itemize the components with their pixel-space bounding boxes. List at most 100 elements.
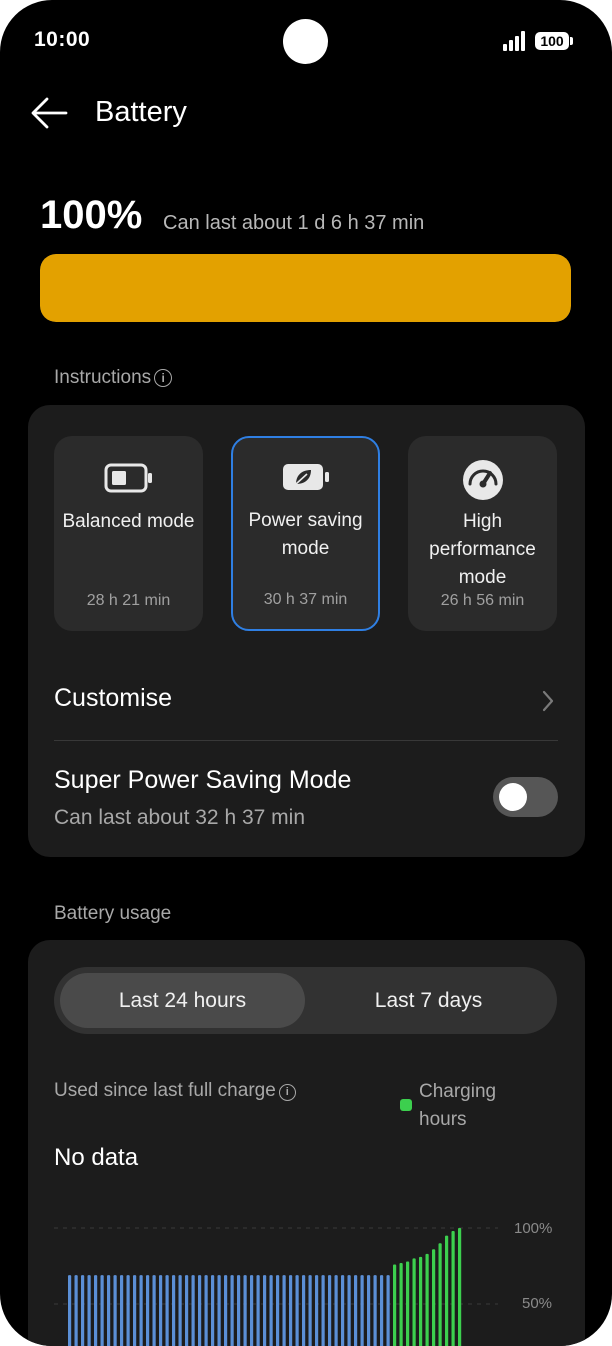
battery-level-bar <box>165 1275 169 1346</box>
battery-level-bar <box>230 1275 234 1346</box>
chevron-right-icon <box>542 690 554 712</box>
battery-level-bar <box>328 1275 332 1346</box>
usage-card: Last 24 hours Last 7 days Used since las… <box>28 940 585 1346</box>
phone-screen: 10:00 100 Battery 100% Can last about 1 … <box>0 0 612 1346</box>
charging-bar <box>425 1253 429 1346</box>
battery-level-bar <box>224 1275 228 1346</box>
battery-level-bar <box>263 1275 267 1346</box>
battery-estimate: Can last about 1 d 6 h 37 min <box>163 212 425 234</box>
info-icon[interactable]: i <box>154 369 173 387</box>
battery-level-bar <box>133 1275 137 1346</box>
battery-usage-chart <box>54 1227 498 1346</box>
battery-level-bar <box>302 1275 306 1346</box>
battery-level-bar <box>308 1275 312 1346</box>
charging-bar <box>445 1235 449 1346</box>
battery-level-bar <box>341 1275 345 1346</box>
battery-level-bar <box>87 1275 91 1346</box>
divider <box>54 740 558 741</box>
battery-level-bar <box>113 1275 117 1346</box>
battery-level-bar <box>380 1275 384 1346</box>
battery-level-bar <box>159 1275 163 1346</box>
signal-icon <box>503 31 527 51</box>
battery-level-bar <box>289 1275 293 1346</box>
instructions-section-label: Instructions i <box>54 367 173 389</box>
charging-bar <box>412 1258 416 1346</box>
battery-level-bar <box>74 1275 78 1346</box>
battery-level-bar <box>250 1275 254 1346</box>
super-saving-toggle[interactable] <box>493 777 558 817</box>
leaf-battery-icon <box>282 464 329 490</box>
mode-balanced[interactable]: Balanced mode 28 h 21 min <box>54 436 203 631</box>
battery-percent: 100% <box>40 193 143 237</box>
battery-level-bar <box>211 1275 215 1346</box>
mode-time: 28 h 21 min <box>86 592 171 609</box>
charging-bar <box>438 1243 442 1346</box>
battery-level-bar <box>94 1275 98 1346</box>
battery-level-bar <box>276 1275 280 1346</box>
toggle-knob <box>499 783 527 811</box>
battery-level-bar <box>217 1275 221 1346</box>
charging-bar <box>432 1249 436 1346</box>
charging-bar <box>399 1262 403 1346</box>
battery-level-bar <box>334 1275 338 1346</box>
battery-level-bar <box>100 1275 104 1346</box>
y-tick-label: 50% <box>522 1295 553 1312</box>
battery-level-bar <box>191 1275 195 1346</box>
battery-level-bar <box>269 1275 273 1346</box>
y-tick-label: 100% <box>514 1220 553 1237</box>
battery-level-bar <box>172 1275 176 1346</box>
charging-bar <box>458 1228 462 1346</box>
modes-card: Balanced mode 28 h 21 min Power saving m… <box>28 405 585 857</box>
super-saving-subtitle: Can last about 32 h 37 min <box>54 806 305 829</box>
charging-bar <box>393 1264 397 1346</box>
battery-level-bar <box>256 1275 260 1346</box>
battery-level-bar <box>295 1275 299 1346</box>
battery-level-bar <box>126 1275 130 1346</box>
status-battery-tip <box>570 37 573 45</box>
charging-bar <box>451 1231 455 1346</box>
charging-bar <box>419 1256 423 1346</box>
battery-level-bar <box>360 1275 364 1346</box>
mode-power-saving[interactable]: Power saving mode 30 h 37 min <box>231 436 380 631</box>
mode-name: Power saving mode <box>248 510 363 559</box>
battery-level-bar <box>146 1275 150 1346</box>
battery-level-bar <box>198 1275 202 1346</box>
battery-level-bar <box>315 1275 319 1346</box>
mode-time: 26 h 56 min <box>440 592 525 609</box>
battery-level-bar <box>185 1275 189 1346</box>
super-saving-title: Super Power Saving Mode <box>54 766 352 794</box>
battery-level-bar <box>204 1275 208 1346</box>
mode-name: Balanced mode <box>62 511 195 532</box>
mode-name: High performance mode <box>429 511 536 588</box>
camera-cutout <box>283 19 328 64</box>
customise-row[interactable]: Customise <box>54 684 172 713</box>
instructions-label: Instructions <box>54 367 152 388</box>
battery-level-bar <box>354 1275 358 1346</box>
battery-level-bar <box>120 1275 124 1346</box>
charging-bar <box>406 1261 410 1346</box>
battery-level-bar <box>139 1275 143 1346</box>
battery-level-bar <box>40 254 571 322</box>
mode-high-performance[interactable]: High performance mode 26 h 56 min <box>408 436 557 631</box>
battery-level-bar <box>282 1275 286 1346</box>
battery-level-bar <box>81 1275 85 1346</box>
battery-level-fill <box>40 254 571 322</box>
page-title: Battery <box>95 96 187 128</box>
battery-level-bar <box>367 1275 371 1346</box>
battery-level-bar <box>152 1275 156 1346</box>
speedometer-icon <box>462 460 503 500</box>
mode-time: 30 h 37 min <box>263 591 348 608</box>
battery-icon <box>104 463 152 493</box>
battery-level-bar <box>321 1275 325 1346</box>
usage-section-label: Battery usage <box>54 903 172 924</box>
battery-level-bar <box>347 1275 351 1346</box>
status-time: 10:00 <box>34 28 91 51</box>
battery-level-bar <box>373 1275 377 1346</box>
battery-level-bar <box>68 1275 72 1346</box>
battery-level-bar <box>107 1275 111 1346</box>
battery-level-bar <box>178 1275 182 1346</box>
battery-level-bar <box>386 1275 390 1346</box>
status-battery-icon: 100 <box>535 32 569 50</box>
back-arrow-icon[interactable] <box>30 95 68 131</box>
battery-level-bar <box>237 1275 241 1346</box>
